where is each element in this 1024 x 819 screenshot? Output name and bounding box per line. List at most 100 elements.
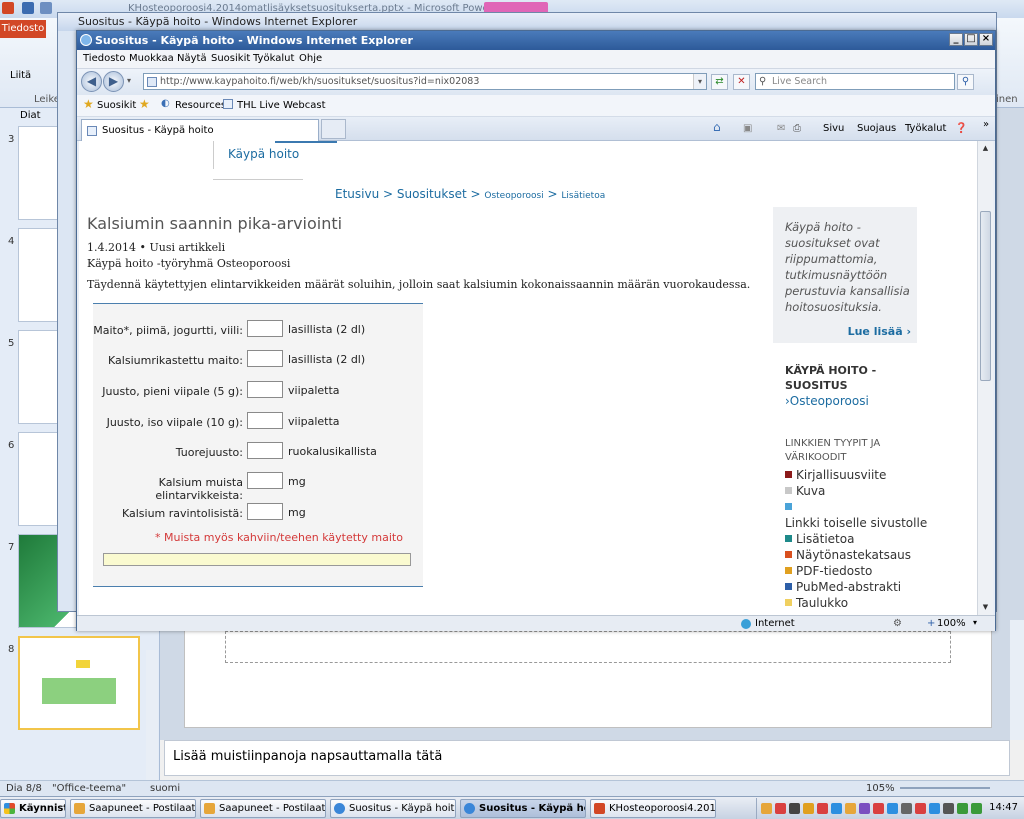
taskbar-item[interactable]: Saapuneet - Postilaatikk...	[70, 799, 196, 818]
maximize-button[interactable]: □	[964, 33, 978, 46]
tray-icon[interactable]	[831, 803, 842, 814]
mail-icon[interactable]: ✉	[777, 123, 785, 134]
protected-mode-icon[interactable]: ⚙	[893, 618, 902, 629]
slide-thumbnail-selected[interactable]	[18, 636, 140, 730]
undo-icon[interactable]	[40, 2, 52, 14]
help-icon[interactable]: ❓	[955, 123, 967, 134]
zoom-level[interactable]: 105%	[866, 783, 895, 794]
file-tab[interactable]: Tiedosto	[0, 20, 46, 38]
tray-icon[interactable]	[873, 803, 884, 814]
cmd-sivu[interactable]: Sivu	[823, 123, 844, 134]
calc-input-fortified-milk[interactable]	[247, 350, 283, 367]
page-scrollbar[interactable]: ▲ ▼	[977, 141, 993, 615]
slide-canvas[interactable]	[184, 620, 992, 728]
calc-input-other-foods[interactable]	[247, 472, 283, 489]
menu-suosikit[interactable]: Suosikit	[211, 53, 250, 64]
osteoporosis-link[interactable]: ›Osteoporoosi	[785, 394, 869, 408]
zoom-dropdown-icon[interactable]: ▾	[973, 618, 977, 627]
breadcrumb-extra[interactable]: Lisätietoa	[561, 191, 605, 201]
taskbar-item[interactable]: Suositus - Käypä hoito - ...	[330, 799, 456, 818]
calc-input-supplements[interactable]	[247, 503, 283, 520]
tray-icon[interactable]	[775, 803, 786, 814]
search-go-icon[interactable]: ⚲	[957, 74, 974, 90]
breadcrumb-topic[interactable]: Osteoporoosi	[484, 191, 543, 201]
address-dropdown-icon[interactable]: ▾	[693, 74, 706, 89]
language-indicator[interactable]: suomi	[150, 783, 180, 794]
tray-icon[interactable]	[929, 803, 940, 814]
volume-icon[interactable]	[943, 803, 954, 814]
chevron-more-icon[interactable]: »	[983, 119, 989, 130]
cmd-tyokalut[interactable]: Työkalut	[905, 123, 946, 134]
taskbar-item-active[interactable]: Suositus - Käypä hoit...	[460, 799, 586, 818]
favorite-webcast[interactable]: THL Live Webcast	[237, 100, 326, 111]
favorites-button[interactable]: Suosikit	[97, 100, 136, 111]
tray-icon[interactable]	[803, 803, 814, 814]
resources-icon: ◐	[161, 98, 170, 109]
tray-icon[interactable]	[845, 803, 856, 814]
notes-pane[interactable]: Lisää muistiinpanoja napsauttamalla tätä	[164, 740, 1010, 776]
add-favorite-icon[interactable]: ★	[139, 97, 150, 111]
minimize-button[interactable]: _	[949, 33, 963, 46]
back-icon[interactable]: ◀	[81, 71, 102, 92]
ie-back-titlebar[interactable]: Suositus - Käypä hoito - Windows Interne…	[58, 13, 996, 31]
calc-input-small-cheese[interactable]	[247, 381, 283, 398]
battery-icon[interactable]	[971, 803, 982, 814]
calc-label: Tuorejuusto:	[175, 446, 243, 459]
network-icon[interactable]	[957, 803, 968, 814]
taskbar-item[interactable]: Saapuneet - Postilaatikk...	[200, 799, 326, 818]
address-bar[interactable]: http://www.kaypahoito.fi/web/kh/suosituk…	[143, 73, 707, 90]
calc-input-milk[interactable]	[247, 320, 283, 337]
breadcrumb-separator: >	[470, 187, 481, 201]
menu-muokkaa[interactable]: Muokkaa	[129, 53, 174, 64]
calc-input-large-cheese[interactable]	[247, 412, 283, 429]
refresh-icon[interactable]: ⇄	[711, 74, 728, 90]
scroll-down-icon[interactable]: ▼	[980, 602, 991, 613]
editor-scrollbar[interactable]	[1010, 620, 1024, 740]
slide-number: 8	[8, 644, 15, 655]
forward-icon[interactable]: ▶	[103, 71, 124, 92]
ie-titlebar[interactable]: Suositus - Käypä hoito - Windows Interne…	[77, 31, 995, 50]
scroll-up-icon[interactable]: ▲	[980, 143, 991, 154]
info-box-text: Käypä hoito -suositukset ovat riippumatt…	[785, 220, 910, 314]
paste-label[interactable]: Liitä	[10, 70, 31, 81]
breadcrumb-home[interactable]: Etusivu	[335, 187, 379, 201]
tray-icon[interactable]	[901, 803, 912, 814]
tab-suositus[interactable]: Suositus - Käypä hoito	[81, 119, 319, 141]
stop-icon[interactable]: ✕	[733, 74, 750, 90]
feeds-icon[interactable]: ▣	[743, 123, 752, 134]
menu-nayta[interactable]: Näytä	[177, 53, 207, 64]
tray-icon[interactable]	[887, 803, 898, 814]
home-icon[interactable]: ⌂	[713, 120, 721, 134]
favorite-resources[interactable]: Resources	[175, 100, 226, 111]
tray-icon[interactable]	[817, 803, 828, 814]
new-tab-button[interactable]	[321, 119, 346, 139]
cmd-suojaus[interactable]: Suojaus	[857, 123, 896, 134]
history-dropdown-icon[interactable]: ▾	[127, 76, 131, 85]
slides-tab[interactable]: Diat	[20, 110, 41, 121]
info-box: Käypä hoito -suositukset ovat riippumatt…	[773, 207, 917, 343]
menu-tiedosto[interactable]: Tiedosto	[83, 53, 125, 64]
start-button[interactable]: Käynnistä	[0, 799, 66, 818]
zoom-slider[interactable]	[900, 787, 990, 789]
tray-icon[interactable]	[915, 803, 926, 814]
legend-label: Linkki toiselle sivustolle	[785, 516, 928, 530]
site-brand[interactable]: Käypä hoito	[213, 141, 333, 169]
save-icon[interactable]	[22, 2, 34, 14]
print-icon[interactable]: ⎙	[793, 123, 801, 134]
tray-icon[interactable]	[859, 803, 870, 814]
tray-icon[interactable]	[789, 803, 800, 814]
favorites-star-icon[interactable]: ★	[83, 97, 94, 111]
close-button[interactable]: ×	[979, 33, 993, 46]
breadcrumb-recs[interactable]: Suositukset	[397, 187, 467, 201]
clock[interactable]: 14:47	[989, 802, 1018, 813]
menu-ohje[interactable]: Ohje	[299, 53, 322, 64]
menu-tyokalut[interactable]: Työkalut	[253, 53, 294, 64]
search-input[interactable]: ⚲ Live Search	[755, 73, 955, 90]
taskbar-item[interactable]: KHosteoporoosi4.2014o...	[590, 799, 716, 818]
ie-zoom-level[interactable]: 100%	[937, 618, 966, 629]
tray-icon[interactable]	[761, 803, 772, 814]
calc-input-cream-cheese[interactable]	[247, 442, 283, 459]
read-more-link[interactable]: Lue lisää ›	[848, 325, 911, 338]
scroll-thumb[interactable]	[980, 211, 991, 381]
slides-scrollbar[interactable]	[146, 650, 158, 780]
